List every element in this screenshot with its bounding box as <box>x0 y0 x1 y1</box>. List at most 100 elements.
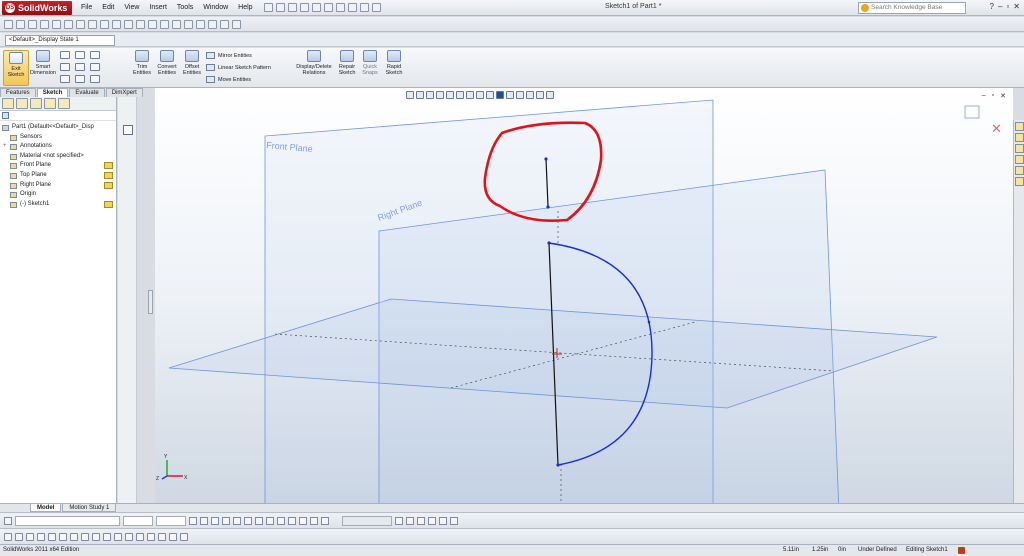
visibility-icon[interactable] <box>104 162 113 170</box>
sketch-point-upper-bottom[interactable] <box>546 205 550 209</box>
color-display-mode-icon[interactable] <box>450 516 458 525</box>
hidden-lines-removed-icon[interactable] <box>486 91 494 99</box>
indent-icon[interactable] <box>299 516 307 525</box>
ellipse-icon[interactable] <box>103 532 111 541</box>
construction-geometry-icon[interactable] <box>147 532 155 541</box>
bullets-icon[interactable] <box>277 516 285 525</box>
solidworks-resources-icon[interactable] <box>1015 122 1024 131</box>
rebuild-icon[interactable] <box>347 3 357 12</box>
zoom-to-fit-icon[interactable] <box>406 91 414 99</box>
tree-item[interactable]: Sensors <box>0 133 116 143</box>
options-icon[interactable] <box>371 3 381 12</box>
spline-icon[interactable] <box>90 51 100 59</box>
visibility-icon[interactable] <box>104 181 113 189</box>
convert-entities-button[interactable]: Convert Entities <box>155 50 179 76</box>
property-manager-tab-icon[interactable] <box>16 98 28 109</box>
polygon-icon[interactable] <box>81 532 89 541</box>
view-orientation-icon[interactable] <box>456 91 464 99</box>
menu-help[interactable]: Help <box>233 4 257 11</box>
repair-sketch-button[interactable]: Repair Sketch <box>336 50 358 76</box>
zoom-fit-icon[interactable] <box>148 19 157 29</box>
graphics-minimize-button[interactable]: – <box>982 92 986 100</box>
quick-snaps-button[interactable]: Quick Snaps <box>360 50 380 76</box>
hide-show-icon[interactable] <box>196 19 205 29</box>
section-icon[interactable] <box>124 19 133 29</box>
rectangle-icon[interactable] <box>59 532 67 541</box>
sketch-fillet-icon[interactable] <box>90 63 100 71</box>
line-thickness-icon[interactable] <box>417 516 425 525</box>
symbol-icon[interactable] <box>310 516 318 525</box>
fillet-icon[interactable] <box>114 532 122 541</box>
measure-icon[interactable] <box>100 19 109 29</box>
spline-icon[interactable] <box>92 532 100 541</box>
design-library-icon[interactable] <box>1015 133 1024 142</box>
mass-properties-icon[interactable] <box>112 19 121 29</box>
move-entities-button[interactable]: Move Entities <box>206 76 251 83</box>
rectangle-icon[interactable] <box>40 19 49 29</box>
appearances-scenes-icon[interactable] <box>1015 166 1024 175</box>
confirmation-corner[interactable]: ✕ <box>964 105 1002 136</box>
scene-icon[interactable] <box>220 19 229 29</box>
layer-properties-icon[interactable] <box>395 516 403 525</box>
edit-appearance-icon[interactable] <box>526 91 534 99</box>
font-size-input[interactable] <box>123 515 153 526</box>
hide-show-items-icon[interactable] <box>516 91 524 99</box>
linear-sketch-pattern-button[interactable]: Linear Sketch Pattern <box>206 64 271 71</box>
strikethrough-icon[interactable] <box>222 516 230 525</box>
tree-item[interactable]: Front Plane <box>0 161 116 171</box>
sum-icon[interactable] <box>88 19 97 29</box>
tree-item[interactable]: Top Plane <box>0 171 116 181</box>
point-icon[interactable] <box>90 75 100 83</box>
section-view-icon[interactable] <box>436 91 444 99</box>
configuration-manager-tab-icon[interactable] <box>30 98 42 109</box>
new-document-icon[interactable] <box>275 3 285 12</box>
display-style-icon[interactable] <box>184 19 193 29</box>
expand-icon[interactable]: + <box>3 142 7 152</box>
slot-icon[interactable] <box>60 75 70 83</box>
tab-evaluate[interactable]: Evaluate <box>69 88 105 97</box>
tab-model[interactable]: Model <box>30 504 62 512</box>
line-color-icon[interactable] <box>406 516 414 525</box>
tab-motion-study-1[interactable]: Motion Study 1 <box>62 504 117 512</box>
circle-icon[interactable] <box>52 19 61 29</box>
color-icon[interactable] <box>136 19 145 29</box>
shaded-with-edges-icon[interactable] <box>496 91 504 99</box>
bold-icon[interactable] <box>189 516 197 525</box>
menu-window[interactable]: Window <box>198 4 233 11</box>
line-icon[interactable] <box>48 532 56 541</box>
smart-dimension-button[interactable]: Smart Dimension <box>30 50 56 76</box>
shaded-icon[interactable] <box>506 91 514 99</box>
line-icon[interactable] <box>60 51 70 59</box>
menu-tools[interactable]: Tools <box>172 4 198 11</box>
font-name-input[interactable] <box>15 515 120 526</box>
circle-icon[interactable] <box>26 532 34 541</box>
print-icon[interactable] <box>311 3 321 12</box>
tree-item[interactable]: Right Plane <box>0 181 116 191</box>
justify-icon[interactable] <box>266 516 274 525</box>
dynamic-annotation-icon[interactable] <box>446 91 454 99</box>
align-center-icon[interactable] <box>244 516 252 525</box>
undo-icon[interactable] <box>323 3 333 12</box>
solidworks-logo[interactable]: DS SolidWorks <box>2 0 72 15</box>
rapid-sketch-button[interactable]: Rapid Sketch <box>383 50 405 76</box>
chamfer-icon[interactable] <box>125 532 133 541</box>
dimxpert-manager-tab-icon[interactable] <box>44 98 56 109</box>
tree-item[interactable]: Part1 (Default<<Default>_Disp <box>0 123 116 133</box>
arc-icon[interactable] <box>75 63 85 71</box>
italic-icon[interactable] <box>200 516 208 525</box>
feature-manager-tab-icon[interactable] <box>2 98 14 109</box>
view-settings-icon[interactable] <box>546 91 554 99</box>
appearance-icon[interactable] <box>208 19 217 29</box>
align-right-icon[interactable] <box>255 516 263 525</box>
polygon-icon[interactable] <box>75 75 85 83</box>
menu-file[interactable]: File <box>76 4 97 11</box>
tab-sketch[interactable]: Sketch <box>36 88 69 97</box>
tree-item[interactable]: (-) Sketch1 <box>0 200 116 210</box>
format-icon[interactable] <box>4 516 12 525</box>
point-icon[interactable] <box>15 532 23 541</box>
trim-icon[interactable] <box>169 532 177 541</box>
rectangle-icon[interactable] <box>60 63 70 71</box>
slot-icon[interactable] <box>37 532 45 541</box>
display-manager-tab-icon[interactable] <box>58 98 70 109</box>
sketch-point-upper-top[interactable] <box>544 157 548 161</box>
